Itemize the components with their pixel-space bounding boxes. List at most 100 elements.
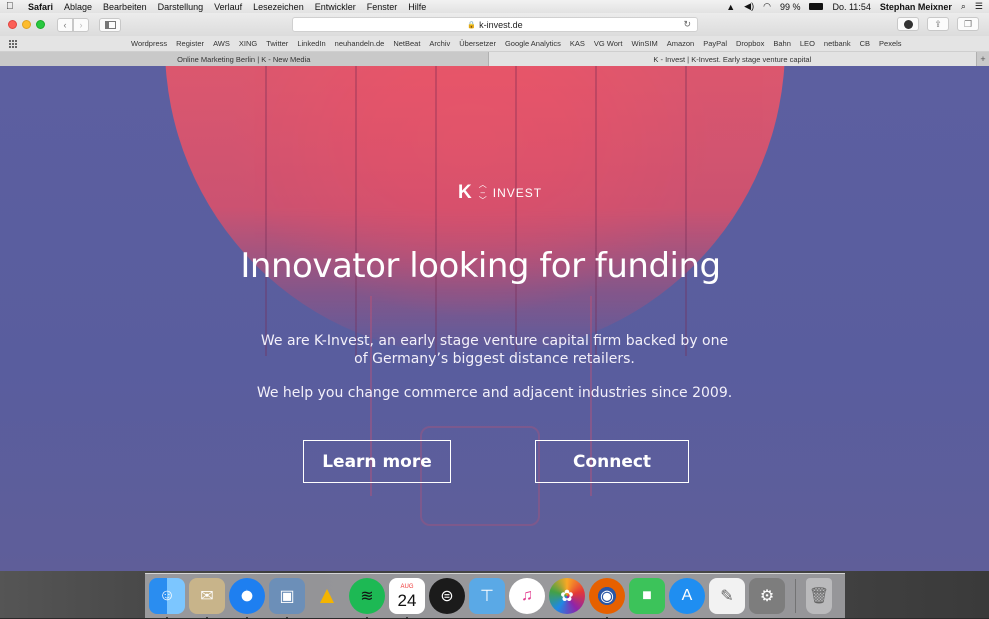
minimize-window-button[interactable] [22,20,31,29]
app-e-icon[interactable]: ⊜ [429,578,465,614]
favorite-wordpress[interactable]: Wordpress [131,39,167,48]
back-button[interactable]: ‹ [57,17,73,32]
favorite-register[interactable]: Register [176,39,204,48]
window-controls [8,20,45,29]
zoom-window-button[interactable] [36,20,45,29]
menu-darstellung[interactable]: Darstellung [158,2,204,12]
tab-k-new-media[interactable]: Online Marketing Berlin | K - New Media [0,52,489,66]
menu-safari[interactable]: Safari [28,2,53,12]
new-tab-button[interactable]: + [977,52,989,66]
favorite-bahn[interactable]: Bahn [773,39,791,48]
menu-bar:  Safari Ablage Bearbeiten Darstellung V… [0,0,989,13]
downloads-button[interactable] [897,17,919,31]
menu-verlauf[interactable]: Verlauf [214,2,242,12]
sidebar-icon [104,20,116,29]
logo-diamond-icon: ︿ – ﹀ [478,180,487,205]
favorite-dropbox[interactable]: Dropbox [736,39,764,48]
spotlight-icon[interactable]: ⌕ [961,1,966,12]
notification-center-icon[interactable]: ☰ [975,1,983,12]
close-window-button[interactable] [8,20,17,29]
apple-icon[interactable]:  [6,1,16,12]
forward-button[interactable]: › [73,17,89,32]
lock-icon: 🔒 [467,21,477,29]
favorite-pexels[interactable]: Pexels [879,39,902,48]
finder-icon[interactable]: ☺ [149,578,185,619]
menu-hilfe[interactable]: Hilfe [408,2,426,12]
reload-icon[interactable]: ↻ [683,19,691,30]
safari-icon[interactable]: ✧ [229,578,265,619]
battery-icon[interactable] [809,3,824,10]
share-icon: ⇪ [934,18,942,29]
dock: ☺ ✉ ✧ ▣ ▲ ≋ AUG 24 ⊜ ⊤ ♫ ✿ ◉ ■ A ✎ ⚙ 🗑 [145,573,845,619]
intro-line-2: of Germany’s biggest distance retailers. [354,351,635,367]
favorite-netbank[interactable]: netbank [824,39,851,48]
logo-text: INVEST [492,186,543,200]
spotify-icon[interactable]: ≋ [349,578,385,619]
favorite-xing[interactable]: XING [239,39,257,48]
favorite-amazon[interactable]: Amazon [667,39,695,48]
address-bar[interactable]: 🔒 k-invest.de ↻ [292,17,698,32]
user-name[interactable]: Stephan Meixner [880,2,952,12]
favorite-leo[interactable]: LEO [800,39,815,48]
battery-percent: 99 % [779,1,801,12]
menu-fenster[interactable]: Fenster [367,2,398,12]
mail-stamp-icon[interactable]: ✉ [189,578,225,619]
favorite-archiv[interactable]: Archiv [429,39,450,48]
facetime-icon[interactable]: ■ [629,578,665,614]
preview-icon[interactable]: ▣ [269,578,305,619]
photos-icon[interactable]: ✿ [549,578,585,614]
mission-paragraph: We help you change commerce and adjacent… [256,385,733,401]
favorites-bar: Wordpress Register AWS XING Twitter LinkedIn n… [0,36,989,52]
share-button[interactable]: ⇪ [927,17,949,31]
drive-icon[interactable]: ▲ [726,2,735,12]
favorite-google-analytics[interactable]: Google Analytics [505,39,561,48]
textedit-icon[interactable]: ✎ [709,578,745,614]
calendar-icon[interactable]: AUG 24 [389,578,425,619]
favorite-vg-wort[interactable]: VG Wort [594,39,623,48]
trash-icon[interactable]: 🗑 [806,578,832,614]
favorite-neuhandeln-de[interactable]: neuhandeln.de [335,39,385,48]
favorites-list: Wordpress Register AWS XING Twitter LinkedIn n… [131,39,902,48]
menu-ablage[interactable]: Ablage [64,2,92,12]
url-text: k-invest.de [479,19,523,30]
browser-toolbar: ‹ › 🔒 k-invest.de ↻ ⇪ ❐ [0,13,989,36]
itunes-icon[interactable]: ♫ [509,578,545,614]
connect-button[interactable]: Connect [535,440,689,483]
tabs-overview-button[interactable]: ❐ [957,17,979,31]
favorite-linkedin[interactable]: LinkedIn [297,39,325,48]
menu-bearbeiten[interactable]: Bearbeiten [103,2,147,12]
top-sites-icon[interactable] [9,40,18,48]
keynote-icon[interactable]: ⊤ [469,578,505,614]
k-invest-logo[interactable]: K ︿ – ﹀ INVEST [458,181,542,205]
favorite-winsim[interactable]: WinSIM [631,39,657,48]
intro-paragraph: We are K-Invest, an early stage venture … [0,332,989,368]
balloon-image [165,66,785,356]
menu-lesezeichen[interactable]: Lesezeichen [253,2,304,12]
volume-icon[interactable]: ◀) [744,1,754,12]
favorite-paypal[interactable]: PayPal [703,39,727,48]
tab-bar: Online Marketing Berlin | K - New Media … [0,52,989,66]
logo-k: K [458,182,473,203]
learn-more-button[interactable]: Learn more [303,440,451,483]
toolbar-right: ⇪ ❐ [897,17,979,31]
sidebar-toggle-button[interactable] [99,17,121,32]
favorite-netbeat[interactable]: NetBeat [393,39,420,48]
favorite--bersetzer[interactable]: Übersetzer [459,39,496,48]
favorite-cb[interactable]: CB [860,39,870,48]
wifi-icon[interactable]: ◠ [763,1,771,12]
firefox-icon[interactable]: ◉ [589,578,625,619]
hero-section: K ︿ – ﹀ INVEST Innovator looking for fundi… [0,66,989,571]
clock[interactable]: Do. 11:54 [832,2,870,12]
favorite-kas[interactable]: KAS [570,39,585,48]
intro-line-1: We are K-Invest, an early stage venture … [260,333,729,349]
menu-entwickler[interactable]: Entwickler [315,2,356,12]
system-preferences-icon[interactable]: ⚙ [749,578,785,614]
tab-k-invest[interactable]: K - Invest | K-Invest. Early stage ventu… [488,52,978,66]
dock-separator [795,579,796,613]
google-drive-icon[interactable]: ▲ [309,578,345,614]
page-title: Innovator looking for funding [240,246,721,286]
favorite-twitter[interactable]: Twitter [266,39,288,48]
nav-buttons: ‹ › [57,17,89,32]
app-store-icon[interactable]: A [669,578,705,614]
favorite-aws[interactable]: AWS [213,39,230,48]
